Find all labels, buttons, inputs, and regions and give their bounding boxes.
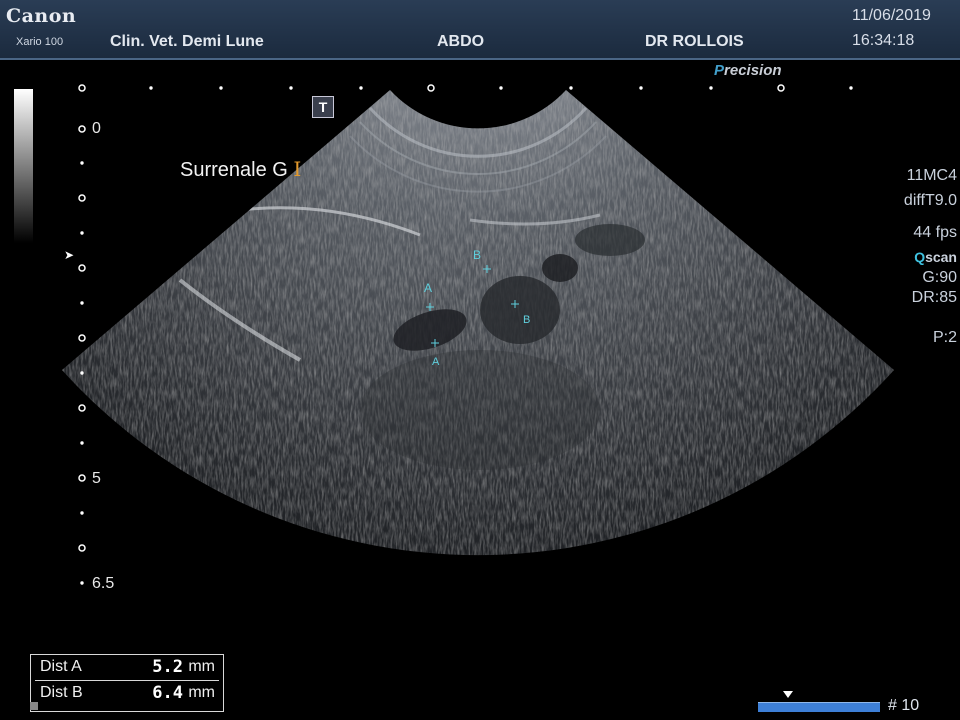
depth-label-0: 0 xyxy=(92,120,101,137)
cine-position-marker-icon[interactable] xyxy=(783,691,793,698)
frame-rate: 44 fps xyxy=(913,224,957,241)
corner-marker xyxy=(30,702,38,710)
depth-label-5: 5 xyxy=(92,470,101,487)
imaging-mode: diffT9.0 xyxy=(903,192,957,209)
qscan-label: Qscan xyxy=(914,249,957,265)
gain-value: G:90 xyxy=(922,269,957,286)
lateral-scale xyxy=(78,84,853,92)
text-tool-button[interactable]: T xyxy=(312,96,334,118)
frame-number: # 10 xyxy=(888,697,920,714)
caliper-label-b1: B xyxy=(473,248,482,262)
cine-progress-bar[interactable] xyxy=(758,702,880,712)
depth-label-6-5: 6.5 xyxy=(92,575,115,592)
annotation-text: Surrenale G I xyxy=(180,157,302,181)
caliper-label-b2: B xyxy=(523,314,531,326)
probe-name: 11MC4 xyxy=(906,167,957,184)
measurement-results: Dist A 5.2 mm Dist B 6.4 mm xyxy=(30,654,224,712)
ultrasound-image xyxy=(62,84,894,585)
grayscale-bar xyxy=(14,89,33,243)
measurement-row-a: Dist A 5.2 mm xyxy=(40,657,215,677)
dynamic-range-value: DR:85 xyxy=(911,289,957,306)
power-value: P:2 xyxy=(932,329,957,346)
text-cursor: I xyxy=(293,157,302,181)
caliper-label-a2: A xyxy=(432,356,440,368)
focus-marker-icon[interactable]: ➤ xyxy=(64,248,74,262)
measurement-row-b: Dist B 6.4 mm xyxy=(35,680,219,706)
caliper-label-a1: A xyxy=(424,281,433,295)
